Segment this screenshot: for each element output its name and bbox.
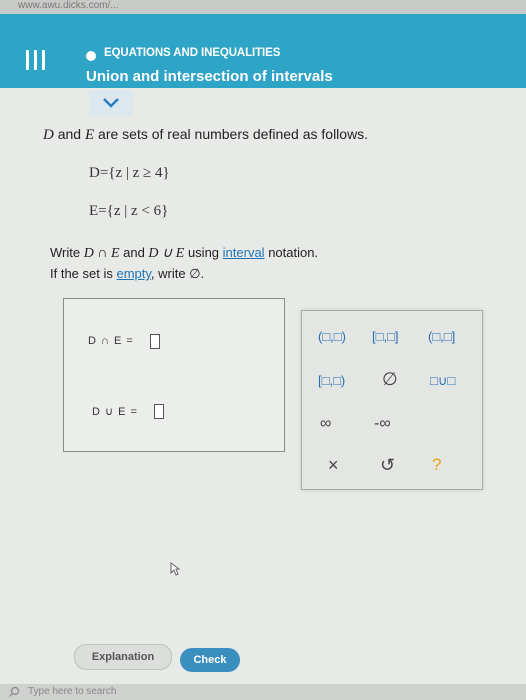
union-answer-input[interactable] bbox=[154, 404, 164, 419]
mouse-cursor-icon bbox=[170, 562, 180, 576]
taskbar: Type here to search bbox=[0, 684, 526, 700]
intersection-answer-input[interactable] bbox=[150, 334, 160, 349]
set-e-definition: E={z | z < 6} bbox=[89, 203, 169, 219]
open-open-interval-button[interactable]: (□,□) bbox=[318, 329, 346, 344]
instruction-line-1: Write D ∩ E and D ∪ E using interval not… bbox=[50, 245, 319, 261]
undo-button[interactable]: ↺ bbox=[380, 455, 395, 476]
chevron-down-icon bbox=[103, 98, 119, 108]
empty-set-button[interactable]: ∅ bbox=[382, 369, 398, 390]
check-button[interactable]: Check bbox=[180, 648, 240, 672]
browser-url-bar: www.awu.dicks.com/... bbox=[0, 0, 526, 14]
set-d-definition: D={z | z ≥ 4} bbox=[89, 165, 170, 181]
topic-status-icon bbox=[86, 51, 96, 61]
interval-link[interactable]: interval bbox=[223, 245, 265, 260]
browser-url-text: www.awu.dicks.com/... bbox=[18, 0, 119, 11]
lesson-header: EQUATIONS AND INEQUALITIES Union and int… bbox=[0, 14, 526, 88]
infinity-button[interactable]: ∞ bbox=[320, 415, 331, 433]
negative-infinity-button[interactable]: -∞ bbox=[374, 415, 391, 433]
union-button[interactable]: □∪□ bbox=[430, 373, 455, 389]
union-label: D ∪ E = bbox=[92, 406, 138, 418]
explanation-button[interactable]: Explanation bbox=[74, 644, 172, 670]
empty-link[interactable]: empty bbox=[116, 266, 150, 281]
lesson-title: Union and intersection of intervals bbox=[86, 68, 333, 85]
menu-icon[interactable] bbox=[26, 50, 48, 70]
closed-open-interval-button[interactable]: [□,□) bbox=[318, 373, 345, 388]
open-closed-interval-button[interactable]: (□,□] bbox=[428, 329, 455, 344]
taskbar-search-input[interactable]: Type here to search bbox=[28, 686, 116, 697]
answer-box: D ∩ E = D ∪ E = bbox=[63, 298, 285, 452]
instruction-line-2: If the set is empty, write ∅. bbox=[50, 266, 205, 281]
help-button[interactable]: ? bbox=[432, 455, 441, 475]
collapse-header-button[interactable] bbox=[89, 90, 133, 116]
intersection-label: D ∩ E = bbox=[88, 335, 134, 347]
topic-title: EQUATIONS AND INEQUALITIES bbox=[104, 47, 281, 59]
clear-button[interactable]: × bbox=[328, 455, 339, 476]
closed-closed-interval-button[interactable]: [□,□] bbox=[372, 329, 399, 344]
math-palette: (□,□) [□,□] (□,□] [□,□) ∅ □∪□ ∞ -∞ × ↺ ? bbox=[301, 310, 483, 490]
question-intro: D and E are sets of real numbers defined… bbox=[43, 126, 369, 143]
search-icon bbox=[9, 686, 20, 697]
